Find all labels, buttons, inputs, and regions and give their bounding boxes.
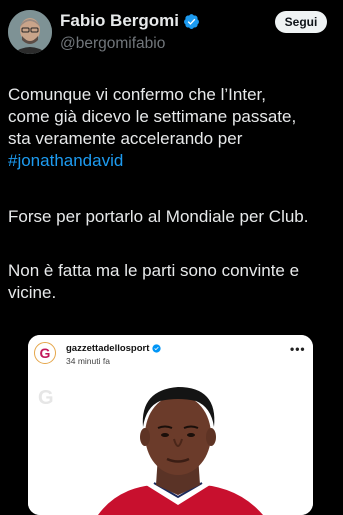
tweet-text-paragraph: Non è fatta ma le parti sono convinte e … [8,261,300,302]
embedded-media[interactable]: G gazzettadellosport 34 minuti fa ••• G [28,335,313,515]
tweet-header: Fabio Bergomi @bergomifabio Segui [0,0,343,60]
follow-button[interactable]: Segui [275,11,327,33]
hashtag-link[interactable]: #jonathandavid [8,151,123,170]
more-options-icon[interactable]: ••• [290,342,306,356]
tweet-text-paragraph: Forse per portarlo al Mondiale per Club. [8,207,309,226]
avatar-photo [8,10,52,54]
watermark-logo: G [38,387,54,409]
author-avatar[interactable] [8,10,52,54]
tweet-paragraph-3: Non è fatta ma le parti sono convinte e … [8,260,342,304]
author-name-row: Fabio Bergomi [60,11,200,31]
embed-timestamp: 34 minuti fa [66,356,110,366]
tweet-paragraph-1: Comunque vi confermo che l’Inter, come g… [8,84,342,172]
tweet-paragraph-2: Forse per portarlo al Mondiale per Club. [8,206,342,228]
verified-badge-icon [184,13,199,29]
embed-account-avatar[interactable]: G [34,342,56,364]
author-handle[interactable]: @bergomifabio [60,35,165,53]
embed-verified-icon [152,344,162,353]
embed-account-name[interactable]: gazzettadellosport [66,343,149,354]
author-name[interactable]: Fabio Bergomi [60,11,179,31]
tweet-text-line: Comunque vi confermo che l’Inter, come g… [8,85,297,148]
embed-account-row: gazzettadellosport [66,343,162,354]
